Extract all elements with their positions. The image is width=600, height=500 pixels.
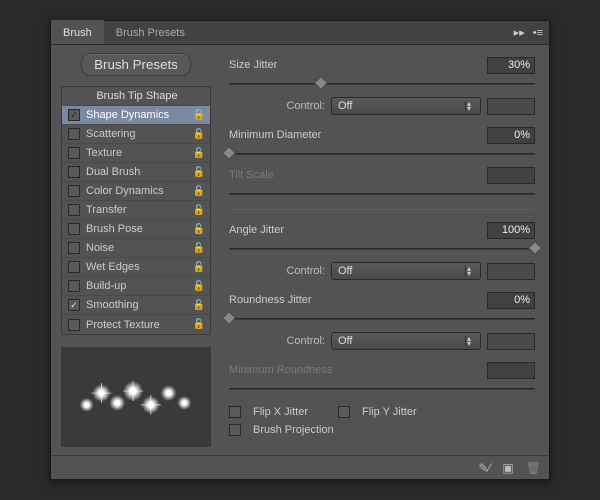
tab-brush-presets[interactable]: Brush Presets: [104, 21, 197, 44]
option-noise[interactable]: Noise 🔓: [62, 239, 210, 258]
option-shape-dynamics[interactable]: Shape Dynamics 🔓: [62, 106, 210, 125]
brush-presets-button[interactable]: Brush Presets: [81, 53, 191, 76]
option-texture[interactable]: Texture 🔓: [62, 144, 210, 163]
angle-jitter-slider[interactable]: [229, 242, 535, 254]
roundness-jitter-control-select[interactable]: Off▴▾: [331, 332, 481, 350]
option-protect-texture[interactable]: Protect Texture 🔓: [62, 315, 210, 334]
checkbox-icon[interactable]: [68, 242, 80, 254]
checkbox-icon[interactable]: [68, 261, 80, 273]
option-label: Noise: [86, 242, 114, 254]
checkbox-icon[interactable]: [68, 280, 80, 292]
tab-bar: Brush Brush Presets ▸▸ •≡: [51, 21, 549, 45]
option-label: Protect Texture: [86, 319, 160, 331]
option-label: Shape Dynamics: [86, 109, 169, 121]
option-label: Build-up: [86, 280, 126, 292]
option-label: Color Dynamics: [86, 185, 164, 197]
size-jitter-slider[interactable]: [229, 77, 535, 89]
tilt-scale-slider: [229, 187, 535, 199]
option-label: Wet Edges: [86, 261, 140, 273]
tab-brush[interactable]: Brush: [51, 20, 104, 44]
option-transfer[interactable]: Transfer 🔓: [62, 201, 210, 220]
lock-icon[interactable]: 🔓: [192, 319, 206, 330]
option-color-dynamics[interactable]: Color Dynamics 🔓: [62, 182, 210, 201]
min-roundness-slider: [229, 382, 535, 394]
min-diameter-value[interactable]: 0%: [487, 127, 535, 144]
settings-column: Size Jitter30% Control: Off▴▾ Minimum Dia…: [219, 45, 549, 455]
flip-y-jitter-checkbox[interactable]: Flip Y Jitter: [338, 406, 417, 418]
trash-icon[interactable]: 🗑: [526, 461, 541, 475]
min-roundness-label: Minimum Roundness: [229, 364, 487, 376]
size-jitter-label: Size Jitter: [229, 59, 487, 71]
control-swatch: [487, 333, 535, 350]
checkbox-icon[interactable]: [68, 319, 80, 331]
lock-icon[interactable]: 🔓: [192, 167, 206, 178]
lock-icon[interactable]: 🔓: [192, 243, 206, 254]
option-label: Dual Brush: [86, 166, 140, 178]
option-brush-pose[interactable]: Brush Pose 🔓: [62, 220, 210, 239]
checkbox-icon[interactable]: [68, 166, 80, 178]
option-scattering[interactable]: Scattering 🔓: [62, 125, 210, 144]
option-wet-edges[interactable]: Wet Edges 🔓: [62, 258, 210, 277]
collapse-icon[interactable]: ▸▸: [514, 26, 525, 39]
checkbox-icon[interactable]: [68, 223, 80, 235]
lock-icon[interactable]: 🔓: [192, 281, 206, 292]
size-jitter-value[interactable]: 30%: [487, 57, 535, 74]
control-label: Control:: [229, 100, 325, 112]
checkbox-icon[interactable]: [68, 109, 80, 121]
checkbox-icon[interactable]: [68, 204, 80, 216]
lock-icon[interactable]: 🔓: [192, 224, 206, 235]
option-label: Scattering: [86, 128, 136, 140]
lock-icon[interactable]: 🔓: [192, 110, 206, 121]
lock-icon[interactable]: 🔓: [192, 186, 206, 197]
option-label: Smoothing: [86, 299, 139, 311]
option-label: Brush Pose: [86, 223, 143, 235]
toggle-preview-icon[interactable]: ✎⁄: [478, 461, 490, 475]
option-build-up[interactable]: Build-up 🔓: [62, 277, 210, 296]
angle-jitter-label: Angle Jitter: [229, 224, 487, 236]
option-label: Transfer: [86, 204, 127, 216]
roundness-jitter-slider[interactable]: [229, 312, 535, 324]
option-list: Brush Tip Shape Shape Dynamics🔓Scatterin…: [61, 86, 211, 335]
min-diameter-slider[interactable]: [229, 147, 535, 159]
option-smoothing[interactable]: Smoothing 🔓: [62, 296, 210, 315]
checkbox-icon[interactable]: [68, 185, 80, 197]
brush-projection-checkbox[interactable]: Brush Projection: [229, 424, 535, 436]
control-label: Control:: [229, 335, 325, 347]
control-label: Control:: [229, 265, 325, 277]
new-preset-icon[interactable]: ▣: [502, 461, 513, 475]
control-swatch: [487, 263, 535, 280]
angle-jitter-value[interactable]: 100%: [487, 222, 535, 239]
lock-icon[interactable]: 🔓: [192, 148, 206, 159]
left-column: Brush Presets Brush Tip Shape Shape Dyna…: [51, 45, 219, 455]
lock-icon[interactable]: 🔓: [192, 205, 206, 216]
brush-preview: [61, 347, 211, 447]
min-roundness-value: [487, 362, 535, 379]
roundness-jitter-label: Roundness Jitter: [229, 294, 487, 306]
panel-footer: ✎⁄ ▣ 🗑: [51, 455, 549, 479]
roundness-jitter-value[interactable]: 0%: [487, 292, 535, 309]
size-jitter-control-select[interactable]: Off▴▾: [331, 97, 481, 115]
panel-menu-icon[interactable]: •≡: [533, 27, 543, 39]
lock-icon[interactable]: 🔓: [192, 129, 206, 140]
control-swatch: [487, 98, 535, 115]
flip-x-jitter-checkbox[interactable]: Flip X Jitter: [229, 406, 308, 418]
lock-icon[interactable]: 🔓: [192, 300, 206, 311]
option-label: Texture: [86, 147, 122, 159]
checkbox-icon[interactable]: [68, 299, 80, 311]
tilt-scale-value: [487, 167, 535, 184]
tilt-scale-label: Tilt Scale: [229, 169, 487, 181]
checkbox-icon[interactable]: [68, 147, 80, 159]
min-diameter-label: Minimum Diameter: [229, 129, 487, 141]
lock-icon[interactable]: 🔓: [192, 262, 206, 273]
option-brush-tip-shape[interactable]: Brush Tip Shape: [62, 87, 210, 106]
angle-jitter-control-select[interactable]: Off▴▾: [331, 262, 481, 280]
brush-panel: Brush Brush Presets ▸▸ •≡ Brush Presets …: [50, 20, 550, 480]
checkbox-icon[interactable]: [68, 128, 80, 140]
option-dual-brush[interactable]: Dual Brush 🔓: [62, 163, 210, 182]
